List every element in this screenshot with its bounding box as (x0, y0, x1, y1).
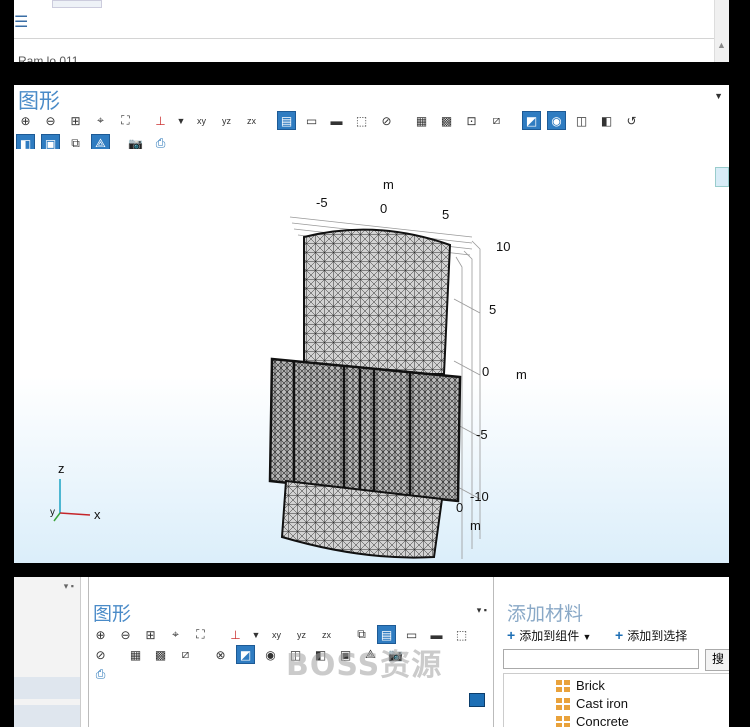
yz-plane-icon[interactable]: yz (217, 111, 236, 130)
axis-tick-top-1: -5 (316, 195, 328, 210)
zoom-extents-icon[interactable]: ⛶ (116, 111, 135, 130)
material-icon (556, 715, 570, 727)
triad-y-label: y (50, 507, 55, 518)
pane-title: 图形 (93, 603, 132, 625)
select-boundary-icon[interactable]: ▭ (302, 111, 321, 130)
viewport-side-icon[interactable] (469, 693, 485, 707)
chevron-down-icon[interactable]: ▼ (176, 111, 186, 130)
reset-hiding-icon[interactable]: ◧ (597, 111, 616, 130)
axis-view-icon[interactable]: ⊥ (226, 625, 245, 644)
clear-selection-icon[interactable]: ⧄ (487, 111, 506, 130)
section-label: Ram lo 011 (18, 54, 79, 62)
chevron-down-icon[interactable]: ▼ (251, 625, 261, 644)
visibility-icon[interactable]: ⊗ (211, 645, 230, 664)
tree-row[interactable] (14, 705, 80, 727)
axis-unit-top: m (383, 177, 394, 192)
axis-tick-right-1: 10 (496, 239, 511, 254)
print-icon[interactable]: ⎙ (91, 665, 110, 684)
top-tab[interactable] (52, 0, 102, 8)
list-item[interactable]: Concrete (556, 714, 629, 727)
search-input[interactable] (503, 649, 699, 669)
transparency-icon[interactable]: ◩ (522, 111, 541, 130)
graphics-toolbar-row-1: ⊕ ⊖ ⊞ ⌖ ⛶ ⊥ ▼ xy yz zx ▤ ▭ ▬ ⬚ ⊘ ▦ ▩ ⊡ ⧄… (16, 111, 647, 130)
material-label: Brick (576, 678, 605, 693)
xy-plane-icon[interactable]: xy (192, 111, 211, 130)
axis-tick-bottom: 0 (456, 500, 464, 515)
zoom-out-icon[interactable]: ⊖ (116, 625, 135, 644)
pane-title: 添加材料 (507, 603, 584, 625)
vertical-scrollbar[interactable]: ▲ (714, 0, 729, 62)
graphics-viewport[interactable]: m -5 0 5 10 5 0 -5 -10 m 0 m z y x (14, 149, 729, 563)
select-point-icon[interactable]: ⬚ (352, 111, 371, 130)
select-point-icon[interactable]: ⬚ (452, 625, 471, 644)
zoom-box-icon[interactable]: ⊞ (66, 111, 85, 130)
axis-tick-right-5: -10 (470, 489, 489, 504)
zoom-in-icon[interactable]: ⊕ (16, 111, 35, 130)
plus-icon: + (507, 627, 516, 643)
xy-plane-icon[interactable]: xy (267, 625, 286, 644)
material-label: Concrete (576, 714, 629, 727)
axis-view-icon[interactable]: ⊥ (151, 111, 170, 130)
top-panel: ☰ Ram lo 011 ▲ (14, 0, 729, 62)
add-to-component-button[interactable]: + 添加到组件 ▼ (507, 627, 591, 644)
material-label: Cast iron (576, 696, 629, 711)
mesh-geometry (53, 216, 481, 559)
list-item[interactable]: Brick (556, 678, 605, 693)
hide-icon[interactable]: ⊘ (377, 111, 396, 130)
axis-tick-right-3: 0 (482, 364, 490, 379)
show-icon[interactable]: ◉ (261, 645, 280, 664)
select-edge-icon[interactable]: ▬ (327, 111, 346, 130)
divider (14, 38, 729, 39)
add-to-selection-label: 添加到选择 (627, 629, 688, 643)
watermark: BOSS资源 (286, 648, 443, 683)
show-icon[interactable]: ◉ (547, 111, 566, 130)
wireframe-icon[interactable]: ▦ (412, 111, 431, 130)
box-select-icon[interactable]: ⊡ (462, 111, 481, 130)
material-icon (556, 679, 570, 692)
axis-tick-right-4: -5 (476, 427, 488, 442)
zoom-selected-icon[interactable]: ⌖ (166, 625, 185, 644)
list-item[interactable]: Cast iron (556, 696, 628, 711)
clear-selection-icon[interactable]: ⧄ (176, 645, 195, 664)
zoom-in-icon[interactable]: ⊕ (91, 625, 110, 644)
pane-controls-icon[interactable]: ▾ ▪ (64, 581, 74, 592)
zoom-selected-icon[interactable]: ⌖ (91, 111, 110, 130)
search-button[interactable]: 搜 (705, 649, 729, 671)
triad-z-label: z (58, 461, 65, 476)
pane-controls-icon[interactable]: ▾ ▪ (477, 605, 487, 616)
add-to-component-label: 添加到组件 (519, 629, 580, 643)
model-builder-pane: ▾ ▪ (14, 577, 81, 727)
axis-unit-bottom: m (470, 518, 481, 533)
panel-menu-icon[interactable]: ▼ (714, 91, 723, 101)
hide-icon[interactable]: ⊘ (91, 645, 110, 664)
axis-unit-right: m (516, 367, 527, 382)
select-domain-icon[interactable]: ▤ (277, 111, 296, 130)
axis-tick-right-2: 5 (489, 302, 497, 317)
tree-row[interactable] (14, 677, 80, 699)
triad-x-label: x (94, 507, 101, 522)
plus-icon: + (615, 627, 624, 643)
list-icon[interactable]: ☰ (14, 12, 28, 32)
graphics-panel: 图形 ▼ ⊕ ⊖ ⊞ ⌖ ⛶ ⊥ ▼ xy yz zx ▤ ▭ ▬ ⬚ ⊘ ▦ … (14, 85, 729, 563)
add-to-selection-button[interactable]: + 添加到选择 (615, 627, 687, 644)
axis-tick-top-3: 5 (442, 207, 450, 222)
material-icon (556, 697, 570, 710)
axis-tick-top-2: 0 (380, 201, 388, 216)
scroll-up-icon[interactable]: ▲ (717, 40, 726, 50)
refresh-icon[interactable]: ↺ (622, 111, 641, 130)
graphics-toolbar-row-3: ⎙ (91, 665, 116, 684)
zoom-box-icon[interactable]: ⊞ (141, 625, 160, 644)
zoom-extents-icon[interactable]: ⛶ (191, 625, 210, 644)
render-icon[interactable]: ▩ (151, 645, 170, 664)
wireframe-icon[interactable]: ▦ (126, 645, 145, 664)
material-tree: Brick Cast iron Concrete (503, 673, 729, 727)
zx-plane-icon[interactable]: zx (242, 111, 261, 130)
zoom-out-icon[interactable]: ⊖ (41, 111, 60, 130)
add-material-pane: 添加材料 + 添加到组件 ▼ + 添加到选择 搜 Brick Cast iron C… (499, 577, 729, 727)
transparency-icon[interactable]: ◩ (236, 645, 255, 664)
hide-selected-icon[interactable]: ◫ (572, 111, 591, 130)
chevron-down-icon[interactable]: ▼ (583, 632, 592, 642)
render-icon[interactable]: ▩ (437, 111, 456, 130)
